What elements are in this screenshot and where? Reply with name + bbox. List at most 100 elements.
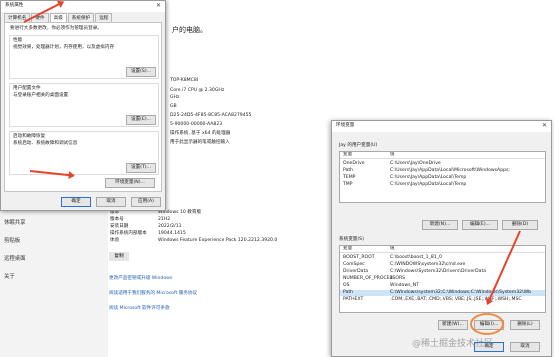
admin-note: 要进行大多数更改，你必须作为管理员登录。 [10,26,102,31]
win-value-experience: Windows Feature Experience Pack 120.2212… [158,238,278,243]
close-icon[interactable]: ✕ [156,2,161,9]
col-value: 值 [390,246,395,251]
spec-device-id: D25-24D5-4F85-8C85-ACA8279455 [170,113,252,118]
var-value: C:\Users\Jay\AppData\Local\Microsoft\Win… [390,168,510,173]
watermark: @稀土掘金技术社区 [412,339,494,349]
spec-ram: GB [170,104,177,109]
table-row[interactable]: Path C:\Users\Jay\AppData\Local\Microsof… [340,168,545,174]
table-row[interactable]: TEMP C:\Users\Jay\AppData\Local\Temp [340,175,545,181]
table-row[interactable]: BOOST_ROOT C:\boost\boost_1_81_0 [340,255,545,261]
spec-processor-speed: GHz [170,95,180,100]
performance-desc: 视觉效果，处理器计划，内存使用，以及虚拟内存 [13,45,115,50]
system-delete-button[interactable]: 删除(L) [510,320,540,330]
performance-group: 性能 视觉效果，处理器计划，内存使用，以及虚拟内存 设置(S)... [9,35,159,79]
sysprop-tabs: 计算机名 硬件 高级 系统保护 远程 [4,13,113,22]
sysprop-cancel-button[interactable]: 取消 [96,197,126,207]
tab-system-protection[interactable]: 系统保护 [67,13,95,22]
tab-advanced[interactable]: 高级 [49,13,67,22]
col-variable: 变量 [343,246,353,251]
var-name: OneDrive [343,161,365,166]
nav-item-sleep-share[interactable]: 休眠共享 [4,218,26,226]
win-label-experience: 体验 [110,238,120,243]
var-name: OS [343,283,350,288]
win-label-build: 操作系统内部版本 [110,231,147,236]
table-row[interactable]: OS Windows_NT [340,283,545,289]
nav-item-clipboard[interactable]: 剪贴板 [4,236,20,244]
var-name: NUMBER_OF_PROCESSORS [343,276,406,281]
var-name: BOOST_ROOT [343,255,375,260]
link-license-terms[interactable]: 阅读 Microsoft 软件许可条款 [109,306,170,312]
performance-title: 性能 [13,38,23,43]
system-vars-header: 变量 值 [340,246,545,253]
system-vars-label: 系统变量(S) [339,237,364,242]
sysprop-title: 系统属性 [5,3,24,8]
system-properties-dialog: 系统属性 ✕ 计算机名 硬件 高级 系统保护 远程 要进行大多数更改，你必须作为… [0,0,166,211]
about-heading: 户的电脑。 [172,26,207,34]
table-row[interactable]: DriverData C:\Windows\System32\Drivers\D… [340,269,545,275]
table-row[interactable]: NUMBER_OF_PROCESSORS 4 [340,276,545,282]
win-value-install-date: 2022/2/11 [158,224,182,229]
spec-system-type: 操作系统, 基于 x64 的处理器 [170,131,231,136]
user-new-button[interactable]: 新建(N)... [422,220,458,230]
var-name: Path [343,168,354,173]
win-label-version: 版本号 [110,217,124,222]
var-name: ComSpec [343,262,365,267]
profiles-settings-button[interactable]: 设置(E)... [126,115,156,125]
table-row[interactable]: PATHEXT .COM;.EXE;.BAT;.CMD;.VBS;.VBE;.J… [340,297,545,303]
nav-item-about[interactable]: 关于 [4,272,15,280]
var-value: C:\Windows\System32\Drivers\DriverData [390,269,487,274]
environment-variables-dialog: 环境变量 ✕ Jay 的用户变量(U) 变量 值 OneDrive C:\Use… [331,120,552,357]
spec-processor: Core i7 CPU @ 2.30GHz [170,88,225,93]
var-value: C:\Users\Jay\AppData\Local\Temp [390,175,467,180]
var-name: TMP [343,182,353,187]
system-new-button[interactable]: 新建(W)... [438,320,468,330]
user-vars-table: 变量 值 OneDrive C:\Users\Jay\OneDrive Path… [339,151,546,203]
user-vars-header: 变量 值 [340,152,545,159]
var-name: Path [343,290,354,295]
advanced-tab-panel: 要进行大多数更改，你必须作为管理员登录。 性能 视觉效果，处理器计划，内存使用，… [4,22,162,192]
env-cancel-button[interactable]: 取消 [510,342,540,352]
var-value: .COM;.EXE;.BAT;.CMD;.VBS;.VBE;.JS;.JSE;.… [390,297,522,302]
user-vars-label: Jay 的用户变量(U) [339,143,378,148]
var-value: C:\Windows\system32;C:\Windows;C:\Window… [390,290,532,295]
col-value: 值 [390,152,395,157]
startup-settings-button[interactable]: 设置(T)... [126,163,156,173]
nav-item-remote-desktop[interactable]: 远程桌面 [4,254,26,262]
startup-recovery-group: 启动和故障恢复 系统启动、系统故障和调试信息 设置(T)... [9,131,159,175]
spec-product-id: 5-90000-00000-AA823 [170,122,223,127]
table-row[interactable]: ComSpec C:\WINDOWS\system32\cmd.exe [340,262,545,268]
table-row[interactable]: OneDrive C:\Users\Jay\OneDrive [340,161,545,167]
sysprop-titlebar[interactable]: 系统属性 ✕ [1,1,165,12]
system-vars-table: 变量 值 BOOST_ROOT C:\boost\boost_1_81_0 Co… [339,245,546,313]
var-value: C:\boost\boost_1_81_0 [390,255,442,260]
environment-variables-button[interactable]: 环境变量(N)... [105,178,155,188]
user-edit-button[interactable]: 编辑(E)... [462,220,498,230]
tab-remote[interactable]: 远程 [95,13,113,22]
startup-title: 启动和故障恢复 [13,134,46,139]
link-change-product-key[interactable]: 更改产品密钥或升级 Windows [109,276,172,282]
table-row[interactable]: TMP C:\Users\Jay\AppData\Local\Temp [340,182,545,188]
col-variable: 变量 [343,152,353,157]
user-delete-button[interactable]: 删除(D) [502,220,538,230]
var-name: DriverData [343,269,369,274]
win-value-build: 19044.1415 [158,231,186,236]
user-profiles-group: 用户配置文件 与登录账户相关的桌面设置 设置(E)... [9,83,159,127]
copy-windows-spec-button[interactable]: 复制 [109,252,129,261]
env-titlebar[interactable]: 环境变量 ✕ [332,121,551,132]
var-value: C:\Users\Jay\OneDrive [390,161,441,166]
highlight-circle [470,313,504,335]
sysprop-ok-button[interactable]: 确定 [61,197,91,207]
spec-pen-touch: 用于此显示器的笔或触控输入 [170,140,230,145]
env-title: 环境变量 [336,123,355,128]
performance-settings-button[interactable]: 设置(S)... [126,67,156,77]
var-value: C:\WINDOWS\system32\cmd.exe [390,262,466,267]
startup-desc: 系统启动、系统故障和调试信息 [13,141,78,146]
win-label-install-date: 安装日期 [110,224,129,229]
sysprop-apply-button[interactable]: 应用(A) [131,197,161,207]
link-service-agreement[interactable]: 阅读适用于我们服务的 Microsoft 服务协议 [109,291,197,297]
close-icon[interactable]: ✕ [542,122,547,129]
var-name: TEMP [343,175,356,180]
table-row-selected[interactable]: Path C:\Windows\system32;C:\Windows;C:\W… [340,290,545,296]
var-value: Windows_NT [390,283,420,288]
var-value: 4 [390,276,393,281]
